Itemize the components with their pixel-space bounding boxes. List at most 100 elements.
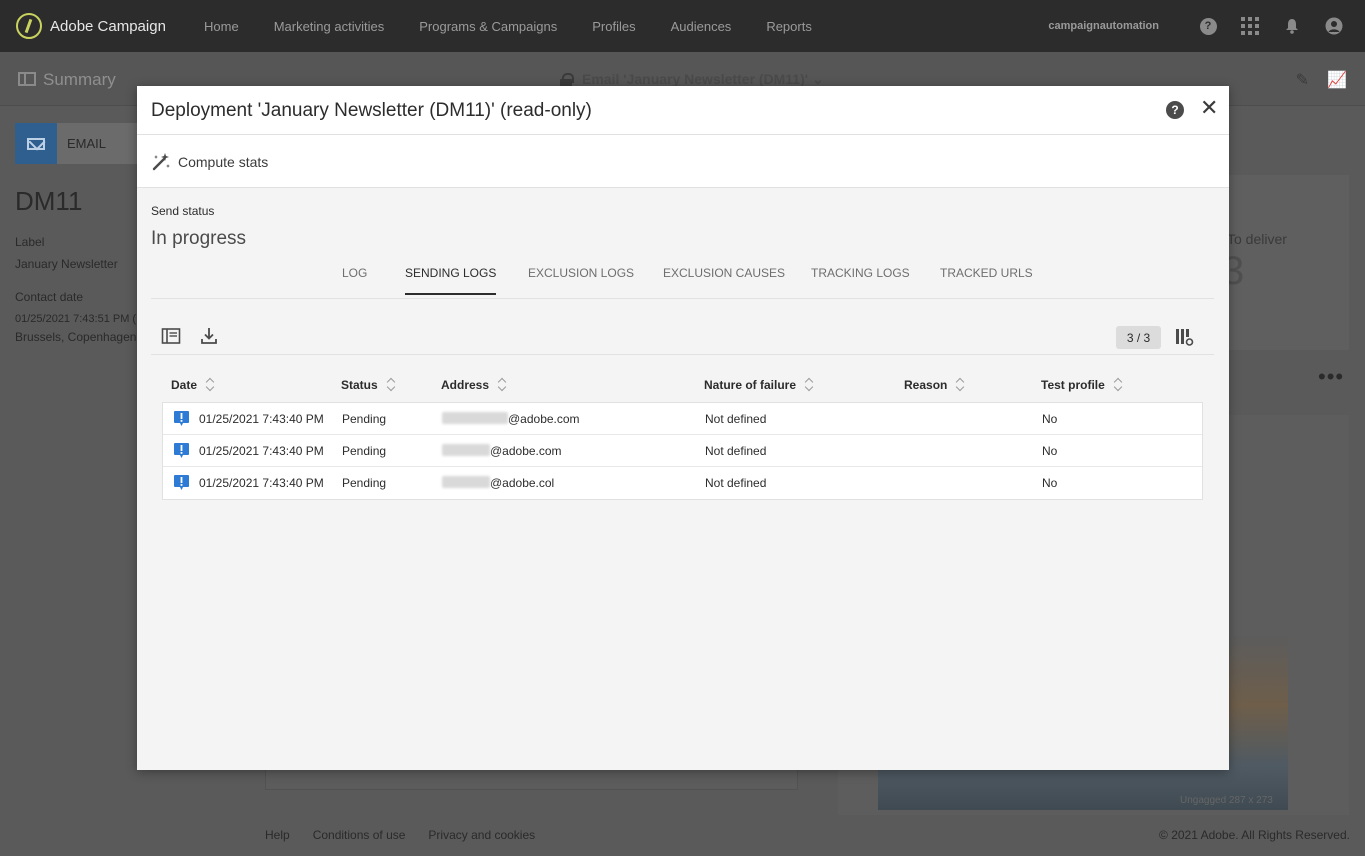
footer-conditions-link[interactable]: Conditions of use: [313, 828, 406, 842]
row-address: @adobe.com: [442, 444, 562, 458]
close-icon[interactable]: ✕: [1200, 97, 1218, 119]
bell-icon[interactable]: [1283, 17, 1301, 35]
row-nature: Not defined: [705, 444, 767, 458]
log-tabs: LOG SENDING LOGS EXCLUSION LOGS EXCLUSIO…: [151, 262, 1214, 299]
footer-help-link[interactable]: Help: [265, 828, 290, 842]
table-row[interactable]: 01/25/2021 7:43:40 PM Pending @adobe.com…: [163, 435, 1202, 467]
nav-reports[interactable]: Reports: [766, 19, 812, 34]
send-status-value: In progress: [151, 228, 247, 249]
help-icon[interactable]: ?: [1199, 17, 1217, 35]
footer-privacy-link[interactable]: Privacy and cookies: [428, 828, 535, 842]
pending-status-icon: [174, 443, 189, 458]
reports-chart-icon[interactable]: 📈: [1327, 70, 1347, 90]
redacted-address: [442, 412, 508, 424]
nav-profiles[interactable]: Profiles: [592, 19, 635, 34]
delivery-id: DM11: [15, 186, 83, 216]
tab-log[interactable]: LOG: [342, 266, 367, 293]
column-status-label: Status: [341, 378, 378, 392]
row-status: Pending: [342, 476, 387, 490]
download-icon[interactable]: [199, 326, 219, 346]
tab-exclusion-causes[interactable]: EXCLUSION CAUSES: [663, 266, 785, 293]
compute-stats-button[interactable]: Compute stats: [151, 152, 268, 172]
column-reason[interactable]: Reason: [904, 378, 966, 392]
dialog-header: Deployment 'January Newsletter (DM11)' (…: [137, 86, 1229, 135]
main-nav: Home Marketing activities Programs & Cam…: [204, 19, 847, 34]
column-reason-label: Reason: [904, 378, 948, 392]
row-date: 01/25/2021 7:43:40 PM: [199, 444, 324, 458]
row-test-profile: No: [1042, 444, 1058, 458]
contact-date-value: 01/25/2021 7:43:51 PM (: [15, 313, 137, 325]
summary-tools: ✎ 📈: [1296, 70, 1347, 90]
row-status: Pending: [342, 444, 387, 458]
nav-audiences[interactable]: Audiences: [671, 19, 732, 34]
summary-label[interactable]: Summary: [43, 70, 116, 90]
dialog-toolbar: Compute stats: [137, 135, 1229, 188]
row-address: @adobe.col: [442, 476, 554, 490]
row-nature: Not defined: [705, 476, 767, 490]
sort-icon[interactable]: [1114, 378, 1124, 392]
table-toolbar: 3 / 3: [151, 318, 1214, 355]
magic-wand-icon: [152, 153, 170, 171]
more-options-icon[interactable]: •••: [1318, 364, 1344, 390]
nav-home[interactable]: Home: [204, 19, 239, 34]
column-test-profile[interactable]: Test profile: [1041, 378, 1124, 392]
column-settings-icon[interactable]: [1174, 327, 1194, 347]
row-address: @adobe.com: [442, 412, 580, 426]
tab-tracked-urls[interactable]: TRACKED URLS: [940, 266, 1033, 293]
table-row[interactable]: 01/25/2021 7:43:40 PM Pending @adobe.col…: [163, 467, 1202, 499]
column-nature-label: Nature of failure: [704, 378, 797, 392]
app-name[interactable]: Adobe Campaign: [50, 18, 200, 35]
column-test-profile-label: Test profile: [1041, 378, 1105, 392]
sending-logs-table: 01/25/2021 7:43:40 PM Pending @adobe.com…: [162, 402, 1203, 500]
redacted-address: [442, 444, 490, 456]
timezone-value: Brussels, Copenhagen, I: [15, 330, 147, 344]
column-date[interactable]: Date: [171, 378, 216, 392]
deployment-dialog: Deployment 'January Newsletter (DM11)' (…: [137, 86, 1229, 770]
column-date-label: Date: [171, 378, 198, 392]
label-value: January Newsletter: [15, 257, 118, 271]
edit-pencil-icon[interactable]: ✎: [1296, 70, 1309, 90]
row-address-domain: @adobe.col: [490, 476, 555, 490]
table-header: Date Status Address Nature of failure Re…: [162, 372, 1203, 402]
sort-icon[interactable]: [206, 378, 216, 392]
to-deliver-label: To deliver: [1227, 231, 1287, 247]
nav-programs-campaigns[interactable]: Programs & Campaigns: [419, 19, 557, 34]
pending-status-icon: [174, 411, 189, 426]
avatar-icon[interactable]: [1325, 17, 1343, 35]
app-grid-icon[interactable]: [1241, 17, 1259, 35]
column-address-label: Address: [441, 378, 490, 392]
contact-date-caption: Contact date: [15, 290, 84, 304]
tab-tracking-logs[interactable]: TRACKING LOGS: [811, 266, 910, 293]
column-nature-of-failure[interactable]: Nature of failure: [704, 378, 815, 392]
email-channel-label: EMAIL: [57, 123, 142, 164]
column-address[interactable]: Address: [441, 378, 508, 392]
row-test-profile: No: [1042, 476, 1058, 490]
tab-exclusion-logs[interactable]: EXCLUSION LOGS: [528, 266, 634, 293]
sidebar-toggle-icon[interactable]: [18, 72, 36, 86]
table-row[interactable]: 01/25/2021 7:43:40 PM Pending @adobe.com…: [163, 403, 1202, 435]
footer-copyright: © 2021 Adobe. All Rights Reserved.: [1159, 828, 1350, 842]
nav-marketing-activities[interactable]: Marketing activities: [274, 19, 385, 34]
dialog-help-icon[interactable]: ?: [1166, 101, 1184, 119]
sort-icon[interactable]: [387, 378, 397, 392]
image-caption: Ungagged 287 x 273: [1180, 795, 1273, 806]
email-channel-icon: [15, 123, 57, 164]
top-right-tools: campaignautomation ?: [1048, 17, 1343, 35]
sort-icon[interactable]: [498, 378, 508, 392]
sort-icon[interactable]: [956, 378, 966, 392]
row-nature: Not defined: [705, 412, 767, 426]
row-status: Pending: [342, 412, 387, 426]
row-count-badge: 3 / 3: [1116, 326, 1161, 349]
adobe-campaign-logo-icon[interactable]: [16, 13, 42, 39]
row-address-domain: @adobe.com: [508, 412, 580, 426]
row-address-domain: @adobe.com: [490, 444, 562, 458]
sort-icon[interactable]: [805, 378, 815, 392]
stats-card: [1229, 175, 1349, 350]
toggle-panel-icon[interactable]: [161, 326, 181, 346]
redacted-address: [442, 476, 490, 488]
tab-sending-logs[interactable]: SENDING LOGS: [405, 266, 497, 295]
row-test-profile: No: [1042, 412, 1058, 426]
column-status[interactable]: Status: [341, 378, 397, 392]
row-date: 01/25/2021 7:43:40 PM: [199, 476, 324, 490]
user-name[interactable]: campaignautomation: [1048, 20, 1159, 32]
